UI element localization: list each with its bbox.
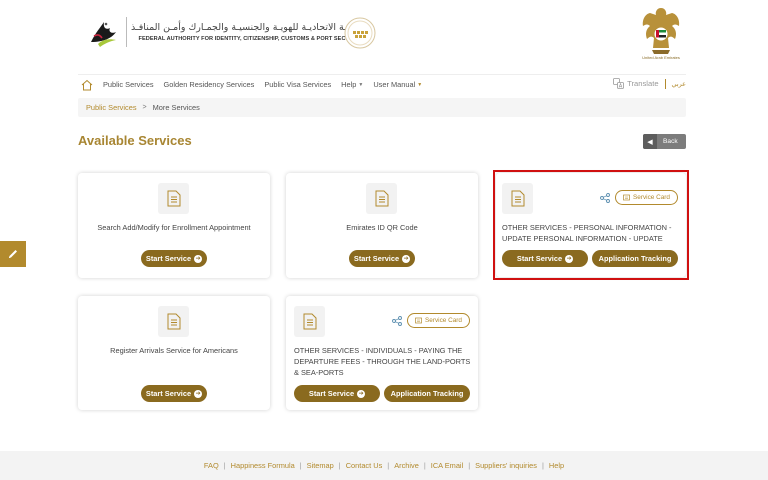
application-tracking-button[interactable]: Application Tracking (384, 385, 470, 402)
uae-label: United Arab Emirates (642, 55, 680, 60)
start-service-button[interactable]: Start Service ➔ (141, 385, 207, 402)
footer-link-suppliers[interactable]: Suppliers' inquiries (475, 461, 537, 470)
highlight-box (493, 170, 689, 280)
button-label: Application Tracking (390, 389, 464, 398)
service-card: Register Arrivals Service for Americans … (78, 296, 270, 410)
service-card-button[interactable]: Service Card (407, 313, 470, 328)
main-nav: Public Services Golden Residency Service… (78, 74, 686, 94)
home-icon[interactable] (80, 78, 94, 92)
breadcrumb-current: More Services (152, 103, 200, 112)
back-label: Back (663, 138, 678, 145)
arabic-language-link[interactable]: عربي (672, 80, 686, 88)
nav-label: Help (341, 80, 357, 89)
start-service-button[interactable]: Start Service ➔ (141, 250, 207, 267)
nav-user-manual[interactable]: User Manual ▼ (373, 80, 422, 89)
document-icon (294, 306, 325, 337)
logo-english-text: FEDERAL AUTHORITY FOR IDENTITY, CITIZENS… (138, 36, 363, 42)
breadcrumb-separator: > (142, 104, 147, 111)
footer-link-sitemap[interactable]: Sitemap (307, 461, 334, 470)
pencil-icon (9, 250, 17, 258)
service-card: Search Add/Modify for Enrollment Appoint… (78, 173, 270, 278)
nav-label: Public Services (103, 80, 154, 89)
ica-logo[interactable]: الهيئـة الاتحاديـة للهويـة والجنسيـة وال… (86, 12, 363, 52)
footer: FAQ | Happiness Formula | Sitemap | Contact… (0, 451, 768, 480)
chevron-down-icon: ▼ (417, 81, 423, 88)
service-card: Emirates ID QR Code Start Service ➔ (286, 173, 478, 278)
service-card-label: Service Card (425, 317, 462, 324)
nav-label: User Manual (373, 80, 416, 89)
page-title: Available Services (78, 133, 192, 148)
footer-link-archive[interactable]: Archive (394, 461, 419, 470)
uae-emblem-icon (642, 8, 680, 54)
nav-right: Translate عربي (613, 78, 686, 89)
button-label: Start Service (145, 389, 192, 398)
service-title: Search Add/Modify for Enrollment Appoint… (97, 223, 251, 232)
service-title: OTHER SERVICES - INDIVIDUALS - PAYING TH… (294, 346, 471, 377)
id-card-icon (415, 317, 422, 324)
document-icon (158, 306, 189, 337)
service-title: Register Arrivals Service for Americans (110, 346, 238, 355)
start-service-button[interactable]: Start Service ➔ (349, 250, 415, 267)
service-title: Emirates ID QR Code (346, 223, 418, 232)
footer-separator: | (299, 461, 302, 470)
button-label: Start Service (308, 389, 355, 398)
button-label: Start Service (145, 254, 192, 263)
footer-separator: | (223, 461, 226, 470)
button-label: Start Service (353, 254, 400, 263)
footer-link-contact[interactable]: Contact Us (346, 461, 383, 470)
document-icon (158, 183, 189, 214)
start-service-button[interactable]: Start Service ➔ (294, 385, 380, 402)
footer-separator: | (338, 461, 341, 470)
footer-link-ica-email[interactable]: ICA Email (431, 461, 463, 470)
arrow-right-icon: ➔ (194, 389, 203, 398)
footer-separator: | (468, 461, 471, 470)
nav-public-services[interactable]: Public Services (103, 80, 154, 89)
breadcrumb: Public Services > More Services (78, 98, 686, 117)
arrow-right-icon: ➔ (402, 254, 411, 263)
falcon-logo-icon (91, 22, 116, 47)
chevron-down-icon: ▼ (358, 81, 364, 88)
arrow-left-icon: ◀ (643, 134, 657, 149)
logo-text: الهيئـة الاتحاديـة للهويـة والجنسيـة وال… (131, 22, 363, 42)
logo-divider (126, 17, 127, 47)
footer-link-happiness[interactable]: Happiness Formula (231, 461, 295, 470)
back-button[interactable]: ◀ Back (643, 134, 686, 149)
ica-seal-icon (344, 17, 376, 49)
nav-help[interactable]: Help ▼ (341, 80, 363, 89)
arrow-right-icon: ➔ (357, 389, 366, 398)
nav-label: Golden Residency Services (163, 80, 255, 89)
nav-divider (664, 78, 666, 89)
footer-separator: | (387, 461, 390, 470)
footer-link-faq[interactable]: FAQ (204, 461, 219, 470)
logo-arabic-text: الهيئـة الاتحاديـة للهويـة والجنسيـة وال… (131, 22, 363, 33)
footer-link-help[interactable]: Help (549, 461, 564, 470)
footer-separator: | (423, 461, 426, 470)
arrow-right-icon: ➔ (194, 254, 203, 263)
nav-golden-residency[interactable]: Golden Residency Services (164, 80, 255, 89)
accessibility-tab[interactable] (0, 241, 26, 267)
header: الهيئـة الاتحاديـة للهويـة والجنسيـة وال… (0, 0, 768, 68)
service-card: Service Card OTHER SERVICES - INDIVIDUAL… (286, 296, 478, 410)
nav-public-visa[interactable]: Public Visa Services (264, 80, 331, 89)
nav-label: Public Visa Services (264, 80, 332, 89)
footer-separator: | (541, 461, 544, 470)
translate-link[interactable]: Translate (627, 79, 658, 88)
breadcrumb-public-services[interactable]: Public Services (86, 103, 137, 112)
share-icon[interactable] (392, 316, 402, 326)
translate-icon[interactable] (613, 78, 625, 89)
document-icon (366, 183, 397, 214)
